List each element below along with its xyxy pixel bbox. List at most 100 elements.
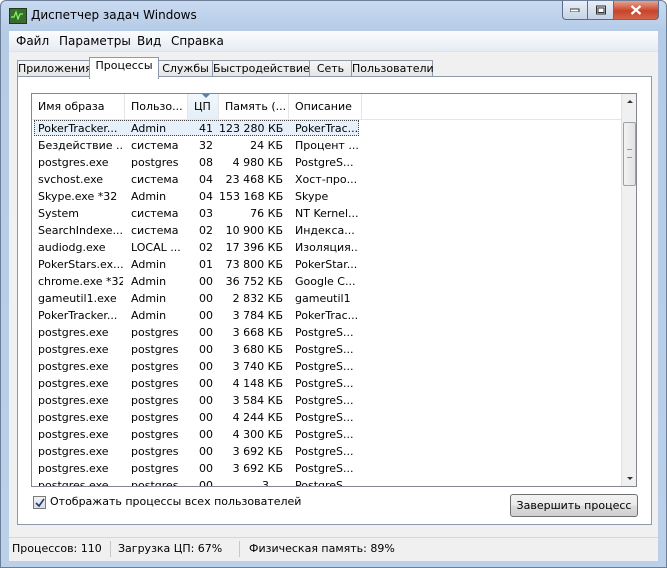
show-all-users-checkbox[interactable] — [33, 496, 46, 509]
title-bar[interactable]: Диспетчер задач Windows — [1, 1, 666, 31]
table-row[interactable]: System система 03 76 КБ NT Kernel... — [32, 205, 621, 222]
close-icon — [630, 5, 642, 15]
cell-user: система — [131, 139, 179, 152]
table-row[interactable]: svchost.exe система 04 23 468 КБ Хост-про... — [32, 171, 621, 188]
menu-options[interactable]: Параметры — [59, 34, 131, 48]
cell-cpu: 02 — [199, 224, 213, 237]
cell-memory: 3 784 КБ — [232, 309, 283, 322]
cell-user: postgres — [131, 428, 179, 441]
maximize-button[interactable] — [588, 1, 614, 20]
sort-descending-icon — [202, 94, 210, 98]
cell-image-name: PokerTracker... — [38, 309, 118, 322]
status-cpu-usage: Загрузка ЦП: 67% — [118, 542, 223, 555]
cell-cpu: 00 — [199, 292, 213, 305]
table-row[interactable]: PokerStars.ex... Admin 01 73 800 КБ PokerSta… — [32, 256, 621, 273]
cell-user: postgres — [131, 326, 179, 339]
cell-user: система — [131, 224, 179, 237]
cell-description: PostgreS... — [295, 428, 354, 441]
status-separator — [110, 541, 111, 557]
table-row[interactable]: postgres.exe postgres 08 4 980 КБ PostgreS..… — [32, 154, 621, 171]
table-row[interactable]: postgres.exe postgres 00 3 668 КБ PostgreS..… — [32, 324, 621, 341]
table-row[interactable]: postgres.exe postgres 00 3 680 КБ PostgreS..… — [32, 341, 621, 358]
end-process-button[interactable]: Завершить процесс — [510, 494, 638, 517]
cell-description: PostgreS... — [295, 479, 354, 487]
cell-cpu: 00 — [199, 377, 213, 390]
tab-processes[interactable]: Процессы — [89, 57, 159, 79]
cell-description: NT Kernel... — [295, 207, 359, 220]
table-row[interactable]: postgres.exe postgres 00 3 692 КБ PostgreS..… — [32, 460, 621, 477]
maximize-icon — [595, 5, 606, 15]
table-row[interactable]: PokerTracker... Admin 00 3 784 КБ PokerTrac.… — [32, 307, 621, 324]
cell-memory: 3 668 КБ — [232, 326, 283, 339]
table-row[interactable]: Бездействие ... система 32 24 КБ Процент ... — [32, 137, 621, 154]
process-list[interactable]: Имя образа Пользо... ЦП Память (... Опис… — [31, 93, 637, 487]
cell-cpu: 02 — [199, 241, 213, 254]
cell-cpu: 00 — [199, 326, 213, 339]
cell-cpu: 00 — [199, 275, 213, 288]
column-header-description[interactable]: Описание — [289, 94, 362, 119]
cell-image-name: chrome.exe *32 — [38, 275, 123, 288]
cell-cpu: 41 — [199, 122, 213, 135]
cell-memory: 73 800 КБ — [225, 258, 283, 271]
table-row[interactable]: postgres.exe postgres 00 4 300 КБ PostgreS..… — [32, 426, 621, 443]
cell-image-name: postgres.exe — [38, 360, 109, 373]
cell-cpu: 00 — [199, 360, 213, 373]
cell-image-name: PokerStars.ex... — [38, 258, 123, 271]
cell-image-name: postgres.exe — [38, 343, 109, 356]
table-row[interactable]: postgres.exe postgres 00 4 244 КБ PostgreS..… — [32, 409, 621, 426]
cell-description: PokerTrac... — [295, 309, 359, 322]
cell-memory: 24 КБ — [250, 139, 283, 152]
column-header-user[interactable]: Пользо... — [125, 94, 188, 119]
column-header-image-name[interactable]: Имя образа — [32, 94, 125, 119]
close-button[interactable] — [614, 1, 659, 20]
cell-description: PostgreS... — [295, 377, 354, 390]
show-all-users-label[interactable]: Отображать процессы всех пользователей — [50, 495, 301, 508]
cell-memory: 153 168 КБ — [219, 190, 283, 203]
cell-user: postgres — [131, 479, 179, 487]
table-row[interactable]: PokerTracker... Admin 41 123 280 КБ PokerTra… — [32, 120, 621, 137]
status-bar: Процессов: 110 Загрузка ЦП: 67% Физическ… — [9, 537, 658, 560]
vertical-scrollbar[interactable] — [621, 94, 636, 486]
cell-user: postgres — [131, 394, 179, 407]
table-row[interactable]: postgres.exe postgres 00 4 148 КБ PostgreS..… — [32, 375, 621, 392]
cell-user: Admin — [131, 122, 167, 135]
cell-memory: 3 ... — [262, 479, 283, 487]
cell-description: PostgreS... — [295, 394, 354, 407]
menu-help[interactable]: Справка — [171, 34, 224, 48]
minimize-icon — [570, 8, 580, 12]
cell-description: Google C... — [295, 275, 356, 288]
cell-user: Admin — [131, 292, 167, 305]
task-manager-app-icon[interactable] — [9, 8, 27, 24]
column-header-memory[interactable]: Память (... — [219, 94, 289, 119]
table-row[interactable]: postgres.exe postgres 00 3 740 КБ PostgreS..… — [32, 358, 621, 375]
table-row[interactable]: postgres.exe postgres 00 3 584 КБ PostgreS..… — [32, 392, 621, 409]
table-row[interactable]: Skype.exe *32 Admin 04 153 168 КБ Skype — [32, 188, 621, 205]
cell-memory: 23 468 КБ — [225, 173, 283, 186]
column-header-cpu[interactable]: ЦП — [188, 94, 219, 119]
scroll-down-button[interactable] — [622, 470, 636, 486]
cell-memory: 36 752 КБ — [225, 275, 283, 288]
cell-cpu: 00 — [199, 411, 213, 424]
menu-file[interactable]: Файл — [16, 34, 49, 48]
cell-description: PostgreS... — [295, 411, 354, 424]
table-row[interactable]: postgres.exe postgres 00 3 692 КБ PostgreS..… — [32, 443, 621, 460]
table-row[interactable]: gameutil1.exe Admin 00 2 832 КБ gameutil1 — [32, 290, 621, 307]
table-row[interactable]: postgres.exe postgres 00 3 ... PostgreS... — [32, 477, 621, 487]
table-row[interactable]: chrome.exe *32 Admin 00 36 752 КБ Google C..… — [32, 273, 621, 290]
table-row[interactable]: SearchIndexe... система 02 10 900 КБ Индекса… — [32, 222, 621, 239]
minimize-button[interactable] — [562, 1, 588, 20]
table-row[interactable]: audiodg.exe LOCAL ... 02 17 396 КБ Изоляция.… — [32, 239, 621, 256]
scroll-thumb[interactable] — [623, 122, 636, 186]
cell-description: gameutil1 — [295, 292, 351, 305]
scroll-up-button[interactable] — [622, 94, 636, 110]
cell-user: система — [131, 207, 179, 220]
scroll-up-icon — [627, 100, 633, 103]
cell-cpu: 04 — [199, 190, 213, 203]
cell-image-name: Skype.exe *32 — [38, 190, 118, 203]
menu-view[interactable]: Вид — [137, 34, 161, 48]
cell-cpu: 03 — [199, 207, 213, 220]
cell-cpu: 32 — [199, 139, 213, 152]
cell-cpu: 00 — [199, 479, 213, 487]
cell-memory: 3 584 КБ — [232, 394, 283, 407]
cell-cpu: 00 — [199, 309, 213, 322]
